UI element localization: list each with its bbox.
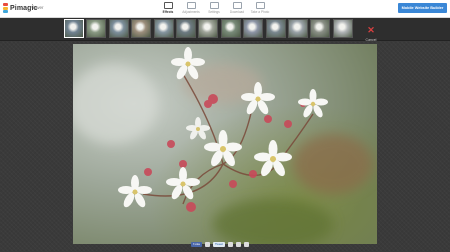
- effect-thumbnail[interactable]: [153, 19, 174, 38]
- photo-canvas: [73, 44, 377, 244]
- share-extra-button[interactable]: [235, 242, 241, 247]
- tab-take-photo[interactable]: Take a Photo: [250, 1, 270, 16]
- effect-thumbnail[interactable]: [131, 19, 152, 38]
- tab-download[interactable]: Download: [227, 1, 247, 16]
- tab-effects[interactable]: Effects: [158, 1, 178, 16]
- share-count-badge: [205, 242, 211, 247]
- tab-label: Effects: [162, 10, 174, 14]
- effect-thumbnail[interactable]: [108, 19, 129, 38]
- mobile-website-builder-button[interactable]: Mobile Website Builder: [398, 3, 447, 13]
- effect-thumbnail[interactable]: [198, 19, 219, 38]
- download-icon: [232, 2, 242, 9]
- flower-photo: [73, 44, 377, 244]
- effect-thumbnail[interactable]: [243, 19, 264, 38]
- tab-label: Adjustments: [182, 10, 200, 14]
- effect-thumbnail[interactable]: [310, 19, 331, 38]
- tab-label: Take a Photo: [250, 10, 270, 14]
- effect-thumbnail[interactable]: [86, 19, 107, 38]
- toolbar: Effects Adjustments Settings Download Ta…: [158, 1, 270, 16]
- tweet-button[interactable]: Tweet: [213, 242, 226, 247]
- settings-icon: [209, 2, 219, 9]
- logo-icon: [3, 3, 8, 13]
- tab-label: Settings: [208, 10, 220, 14]
- tab-label: Download: [229, 10, 245, 14]
- tab-settings[interactable]: Settings: [204, 1, 224, 16]
- cancel-label: Cancel: [365, 38, 377, 42]
- share-extra-count: [243, 242, 249, 247]
- effects-icon: [163, 2, 173, 9]
- thumbnail-list: [64, 18, 355, 38]
- share-bar: f Like Tweet: [191, 242, 249, 247]
- effects-filmstrip: ✕ Cancel: [0, 18, 450, 42]
- effect-thumbnail[interactable]: [175, 19, 196, 38]
- effect-thumbnail[interactable]: [287, 19, 308, 38]
- camera-icon: [255, 2, 265, 9]
- tab-adjustments[interactable]: Adjustments: [181, 1, 201, 16]
- facebook-like-button[interactable]: f Like: [191, 242, 203, 247]
- close-icon: ✕: [367, 25, 375, 35]
- effect-thumbnail[interactable]: [220, 19, 241, 38]
- brand-subtitle: Flower: [30, 5, 44, 10]
- effect-thumbnail[interactable]: [265, 19, 286, 38]
- adjustments-icon: [186, 2, 196, 9]
- cancel-button[interactable]: ✕ Cancel: [363, 20, 379, 42]
- top-bar: Pimagic Flower Effects Adjustments Setti…: [0, 0, 450, 18]
- effect-thumbnail[interactable]: [64, 19, 84, 38]
- effect-thumbnail[interactable]: [332, 19, 353, 38]
- tweet-count-badge: [228, 242, 233, 247]
